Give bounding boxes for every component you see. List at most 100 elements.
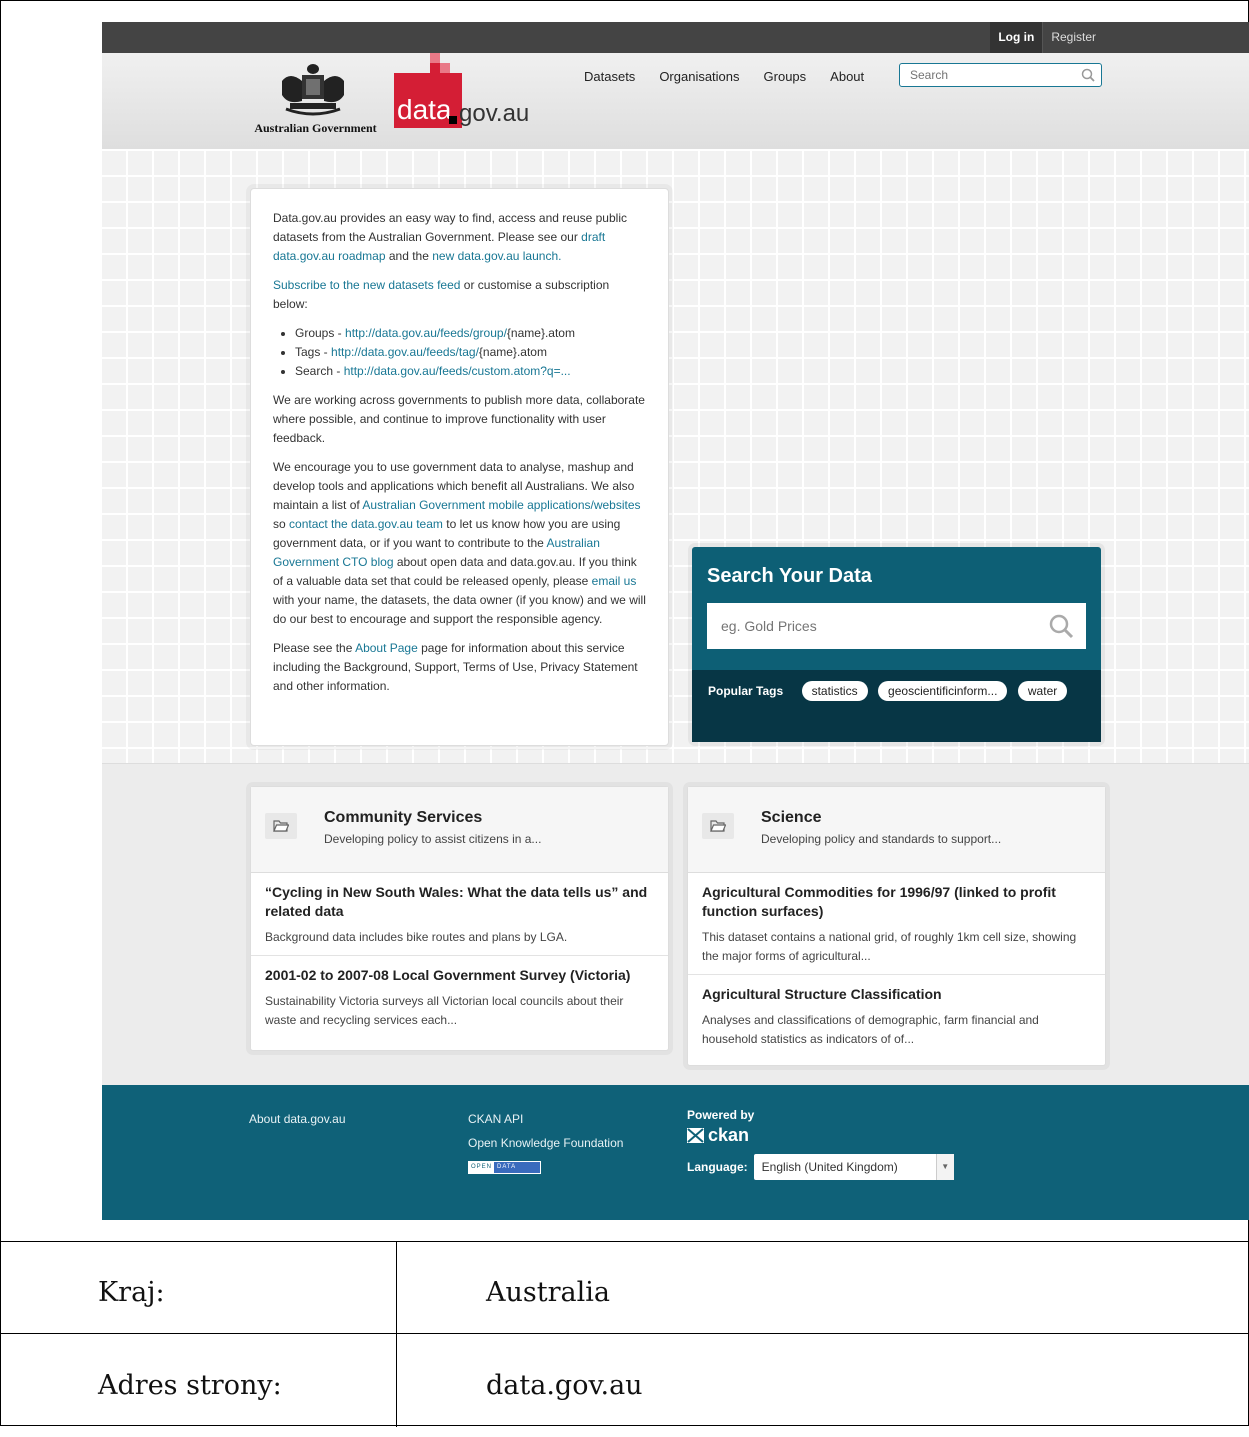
language-value: English (United Kingdom) (761, 1160, 898, 1174)
info-row-country: Kraj: Australia (0, 1242, 1249, 1334)
feed-item-tags: Tags - http://data.gov.au/feeds/tag/{nam… (295, 343, 646, 362)
header-search (899, 63, 1102, 87)
tag-statistics[interactable]: statistics (801, 681, 868, 701)
email-us-link[interactable]: email us (592, 574, 637, 588)
tag-water[interactable]: water (1017, 681, 1068, 701)
folder-icon (273, 820, 289, 832)
dataset-description: Sustainability Victoria surveys all Vict… (265, 994, 624, 1027)
nav-groups[interactable]: Groups (764, 63, 807, 93)
info-row-address: Adres strony: data.gov.au (0, 1345, 1249, 1437)
group-title[interactable]: Science (761, 809, 821, 827)
group-title[interactable]: Community Services (324, 809, 482, 827)
search-your-data-panel: Search Your Data Popular Tags statistics… (692, 547, 1101, 742)
logo-dot (449, 116, 457, 124)
group-description: Developing policy and standards to suppo… (761, 832, 1002, 846)
footer-okf-link[interactable]: Open Knowledge Foundation (468, 1131, 623, 1155)
masthead: Australian Government data gov.au Datase… (102, 53, 1249, 149)
dataset-item[interactable]: Agricultural Commodities for 1996/97 (li… (688, 873, 1105, 975)
group-card-header[interactable]: Community Services Developing policy to … (251, 787, 668, 873)
dataset-search-input[interactable] (707, 603, 1037, 649)
tag-geoscientific[interactable]: geoscientificinform... (878, 681, 1008, 701)
dataset-title[interactable]: Agricultural Commodities for 1996/97 (li… (702, 883, 1091, 921)
coat-of-arms-icon (282, 64, 344, 116)
data-gov-au-logo[interactable]: data gov.au (392, 53, 532, 138)
account-links: Log in Register (990, 22, 1104, 53)
group-card-community-services: Community Services Developing policy to … (250, 786, 669, 1051)
launch-link[interactable]: new data.gov.au launch. (432, 249, 561, 263)
footer-col-3: Powered by ckan Language: English (Unite… (687, 1107, 954, 1180)
australian-government-logo[interactable]: Australian Government (248, 61, 383, 141)
website-screenshot: Log in Register Australian Government da… (102, 22, 1249, 1220)
dataset-item[interactable]: Agricultural Structure Classification An… (688, 975, 1105, 1057)
table-divider (396, 1242, 397, 1427)
feed-suffix: {name}.atom (506, 326, 575, 340)
government-text: Australian Government (254, 121, 377, 135)
folder-icon-box (702, 813, 734, 839)
country-label: Kraj: (98, 1277, 165, 1308)
intro-text: so (273, 517, 290, 531)
group-card-science: Science Developing policy and standards … (687, 786, 1106, 1066)
subscribe-feed-link[interactable]: Subscribe to the new datasets feed (273, 278, 460, 292)
open-badge-text: OPEN (469, 1162, 495, 1173)
dataset-title[interactable]: Agricultural Structure Classification (702, 985, 1091, 1004)
nav-organisations[interactable]: Organisations (659, 63, 739, 93)
dataset-item[interactable]: 2001-02 to 2007-08 Local Government Surv… (251, 956, 668, 1038)
search-icon[interactable] (1081, 68, 1095, 82)
contact-team-link[interactable]: contact the data.gov.au team (289, 517, 443, 531)
footer-about-link[interactable]: About data.gov.au (249, 1107, 346, 1131)
working-paragraph: We are working across governments to pub… (273, 393, 645, 445)
feed-url-link[interactable]: http://data.gov.au/feeds/group/ (345, 326, 507, 340)
feed-url-link[interactable]: http://data.gov.au/feeds/tag/ (331, 345, 479, 359)
about-page-link[interactable]: About Page (355, 641, 418, 655)
search-icon[interactable] (1048, 613, 1074, 639)
footer-col-1: About data.gov.au (249, 1107, 346, 1131)
dataset-description: This dataset contains a national grid, o… (702, 930, 1077, 963)
encourage-paragraph: We encourage you to use government data … (273, 458, 646, 629)
nav-about[interactable]: About (830, 63, 864, 93)
intro-text: and the (385, 249, 433, 263)
dataset-title[interactable]: “Cycling in New South Wales: What the da… (265, 883, 654, 921)
register-link[interactable]: Register (1043, 22, 1104, 53)
footer-ckan-api-link[interactable]: CKAN API (468, 1107, 623, 1131)
mobile-apps-link[interactable]: Australian Government mobile application… (362, 498, 640, 512)
group-card-header[interactable]: Science Developing policy and standards … (688, 787, 1105, 873)
logo-gov-word: gov.au (459, 100, 530, 127)
logo-square (430, 63, 440, 73)
powered-by-label: Powered by (687, 1108, 755, 1122)
language-select[interactable]: English (United Kingdom) ▼ (753, 1154, 954, 1180)
feed-list: Groups - http://data.gov.au/feeds/group/… (273, 324, 646, 381)
intro-paragraph: Data.gov.au provides an easy way to find… (273, 209, 646, 266)
feed-item-groups: Groups - http://data.gov.au/feeds/group/… (295, 324, 646, 343)
ckan-logo[interactable]: ckan (687, 1125, 954, 1146)
footer-col-2: CKAN API Open Knowledge Foundation OPEN … (468, 1107, 623, 1174)
popular-tags-label: Popular Tags (708, 684, 784, 698)
info-table: Kraj: Australia Adres strony: data.gov.a… (0, 1241, 1249, 1427)
folder-icon (710, 820, 726, 832)
language-row: Language: English (United Kingdom) ▼ (687, 1154, 954, 1180)
dataset-description: Background data includes bike routes and… (265, 930, 568, 944)
header-search-input[interactable] (900, 64, 1070, 86)
language-label: Language: (687, 1160, 748, 1174)
ckan-icon (687, 1128, 704, 1143)
country-value: Australia (486, 1277, 610, 1308)
intro-text: Please see the (273, 641, 356, 655)
open-data-badge[interactable]: OPEN DATA (468, 1161, 541, 1174)
intro-box: Data.gov.au provides an easy way to find… (250, 188, 669, 746)
address-label: Adres strony: (98, 1370, 282, 1401)
popular-tags-bar: Popular Tags statistics geoscientificinf… (692, 670, 1101, 742)
feed-url-link[interactable]: http://data.gov.au/feeds/custom.atom?q=.… (344, 364, 571, 378)
intro-text: Data.gov.au provides an easy way to find… (273, 211, 627, 244)
dataset-search-box (707, 603, 1086, 649)
logo-data-word: data (397, 94, 452, 125)
dataset-item[interactable]: “Cycling in New South Wales: What the da… (251, 873, 668, 956)
dataset-description: Analyses and classifications of demograp… (702, 1013, 1039, 1046)
subscribe-paragraph: Subscribe to the new datasets feed or cu… (273, 276, 646, 314)
group-description: Developing policy to assist citizens in … (324, 832, 542, 846)
chevron-down-icon[interactable]: ▼ (935, 1154, 954, 1180)
search-panel-title: Search Your Data (707, 565, 872, 587)
login-link[interactable]: Log in (990, 22, 1044, 53)
nav-datasets[interactable]: Datasets (584, 63, 635, 93)
intro-text: with your name, the datasets, the data o… (273, 593, 646, 626)
dataset-title[interactable]: 2001-02 to 2007-08 Local Government Surv… (265, 966, 654, 985)
address-value: data.gov.au (486, 1370, 643, 1401)
